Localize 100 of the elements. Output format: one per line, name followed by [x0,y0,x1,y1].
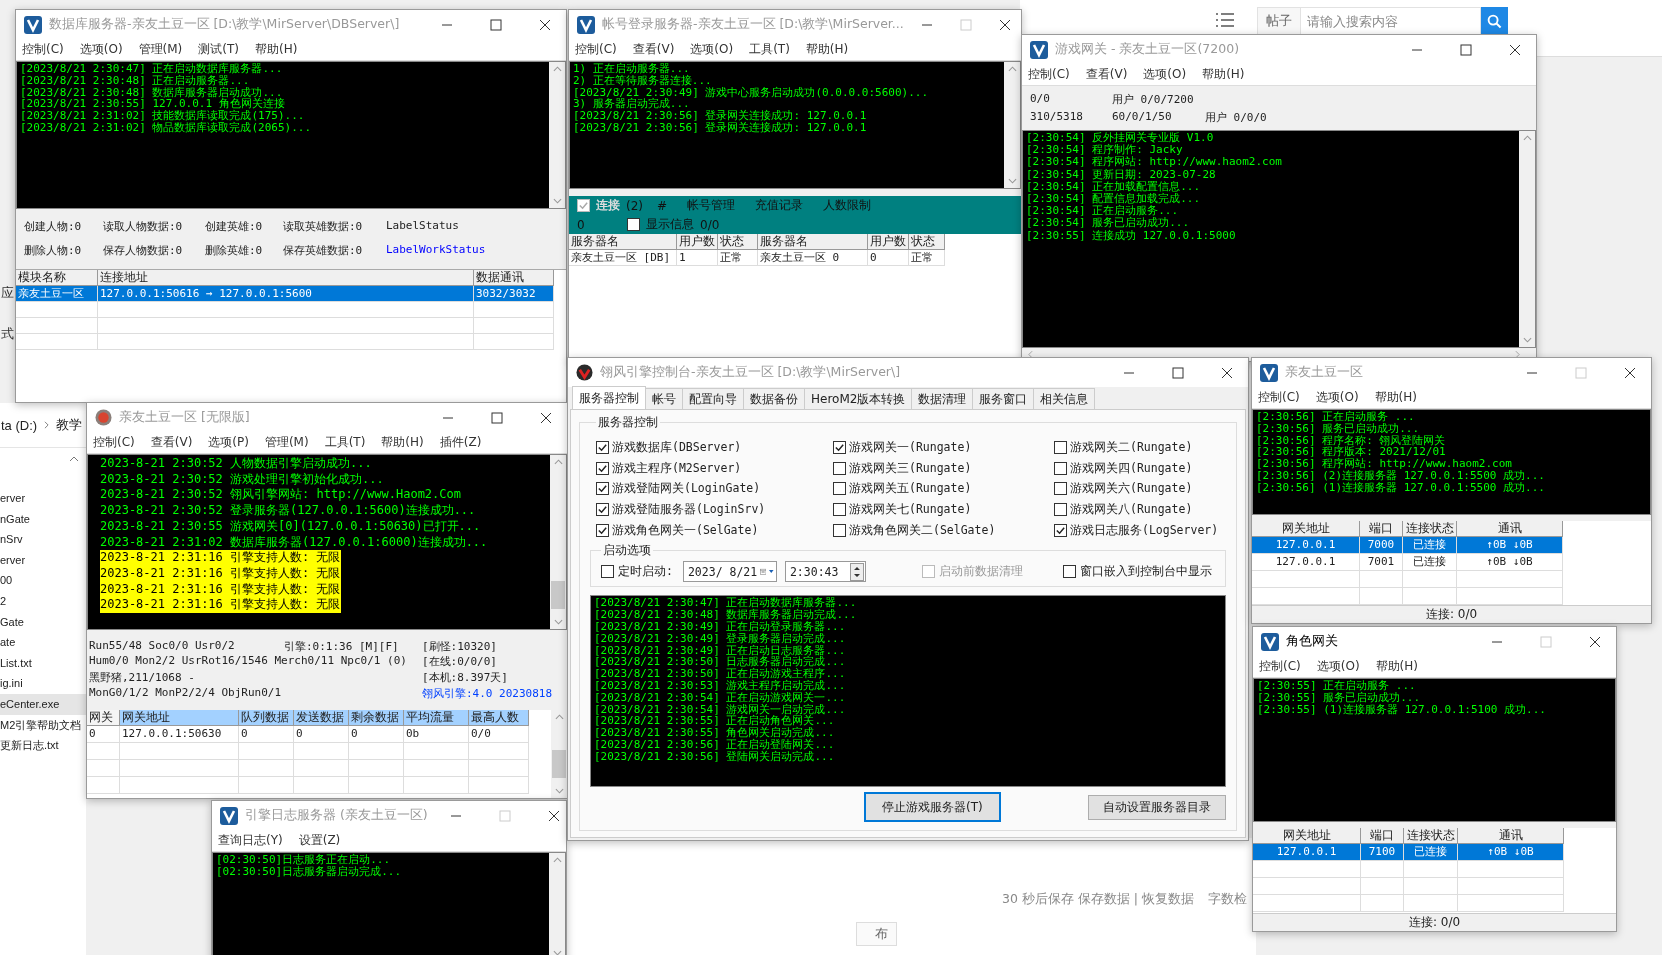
column-header[interactable]: 网关 [87,710,120,725]
column-header[interactable]: 端口 [1360,521,1403,536]
panel-link[interactable]: 帐号管理 [687,197,736,214]
table-row[interactable]: 亲友土豆一区 127.0.0.1:50616 → 127.0.0.1:5600 3032/3032 [16,286,554,302]
menu-item[interactable]: 帮助(H) [255,41,298,58]
menu-item[interactable]: 选项(O) [79,41,123,58]
panel-link[interactable]: 人数限制 [823,197,872,214]
file-item[interactable]: List.txt [0,652,86,674]
breadcrumb-item[interactable]: ta (D:) [1,417,38,433]
column-header[interactable]: 剩余数据 [349,710,404,725]
column-header[interactable]: 平均流量 [404,710,469,725]
column-header[interactable]: 用户数 [677,234,718,249]
column-header[interactable]: 端口 [1361,828,1404,843]
footer-button[interactable]: 布 [856,922,897,946]
file-item[interactable]: 2 [0,590,86,612]
file-item[interactable]: erver [0,488,86,509]
menu-item[interactable]: 选项(O) [1143,66,1187,83]
table-row[interactable]: 亲友土豆一区 [DB] 1 正常 亲友土豆一区 0 0 正常 [569,250,945,266]
menu-item[interactable]: 插件(Z) [439,434,482,451]
column-header[interactable]: 服务器名 [569,234,677,249]
column-header[interactable]: 状态 [909,234,945,249]
search-category[interactable]: 帖子 [1257,7,1301,35]
time-field[interactable]: 2:30:43 [784,561,866,583]
menu-item[interactable]: 测试(T) [198,41,239,58]
column-header[interactable]: 连接状态 [1403,521,1457,536]
menu-item[interactable]: 控制(C) [93,434,135,451]
file-item[interactable]: 00 [0,570,86,591]
column-header[interactable]: 最高人数 [469,710,529,725]
tab[interactable]: 服务器控制 [572,386,646,409]
menu-item[interactable]: 帮助(H) [805,41,849,58]
tab[interactable]: 相关信息 [1033,388,1096,409]
file-item[interactable]: M2引擎帮助文档 [0,714,86,736]
menu-item[interactable]: 查看(V) [150,434,193,451]
column-header[interactable]: 队列数据 [239,710,294,725]
column-header[interactable]: 模块名称 [16,270,98,285]
file-item[interactable]: nGate [0,508,86,530]
menu-item[interactable]: 选项(O) [690,41,734,58]
menu-item[interactable]: 控制(C) [22,41,64,58]
file-item[interactable]: ate [0,632,86,653]
menu-item[interactable]: 选项(O) [1315,389,1359,406]
count-label: (2) [626,198,643,213]
column-header[interactable]: 连接地址 [98,270,474,285]
status-label: MonG0/1/2 MonP2/2/4 ObjRun0/1 [89,685,283,701]
column-header[interactable]: 连接状态 [1404,828,1458,843]
menu-item[interactable]: 查看(V) [632,41,675,58]
menu-item[interactable]: 帮助(H) [381,434,424,451]
menu-item[interactable]: 管理(M) [264,434,309,451]
breadcrumb-item[interactable]: 教学 [56,416,83,434]
checkbox-label: 游戏角色网关二(SelGate) [849,522,996,538]
panel-link[interactable]: 充值记录 [755,197,804,214]
column-header[interactable]: 网关地址 [1253,828,1361,843]
file-item[interactable]: erver [0,549,86,571]
menu-item[interactable]: 管理(M) [138,41,183,58]
column-header[interactable]: 服务器名 [758,234,868,249]
word-count-link[interactable]: 字数检 [1208,891,1247,908]
action-button[interactable]: 停止游戏服务器(T) [864,792,1001,823]
date-field[interactable]: 2023/ 8/21 [682,561,777,583]
menu-item[interactable]: 工具(T) [324,434,366,451]
menu-item[interactable]: 工具(T) [749,41,790,58]
column-header[interactable]: 数据通讯 [474,270,554,285]
menu-item[interactable]: 控制(C) [1258,389,1300,406]
table-row[interactable]: 127.0.0.1 7001 已连接 ↑0B ↓0B [1252,554,1563,571]
column-header[interactable]: 用户数 [868,234,909,249]
log-line: 2) 正在等待服务器连接... [573,74,712,87]
menu-item[interactable]: 控制(C) [1259,658,1301,675]
menu-item[interactable]: 查看(V) [1085,66,1128,83]
menu-item[interactable]: 选项(O) [1316,658,1360,675]
file-item[interactable]: Gate [0,611,86,633]
table-row[interactable]: 127.0.0.1 7100 已连接 ↑0B ↓0B [1253,844,1564,861]
table-row[interactable]: 127.0.0.1 7000 已连接 ↑0B ↓0B [1252,537,1563,554]
menu-item[interactable]: 帮助(H) [1374,389,1417,406]
table-cell: 127.0.0.1:50616 → 127.0.0.1:5600 [98,286,474,301]
log-line: [2:30:54] 正在加载配置信息... [1026,180,1201,193]
checkbox-label: 窗口嵌入到控制台中显示 [1079,564,1212,580]
version-label: 翎风引擎:4.0 20230818 [422,685,554,702]
menu-item[interactable]: 帮助(H) [1202,66,1245,83]
menu-item[interactable]: 设置(Z) [298,832,341,849]
menu-item[interactable]: 选项(P) [208,434,249,451]
hash-label: # [657,198,668,213]
file-item[interactable]: 更新日志.txt [0,735,86,756]
menu-item[interactable]: 查询日志(Y) [218,832,283,849]
log-line: [2:30:56] (1)连接服务器 127.0.0.1:5500 成功... [1256,481,1545,494]
file-item[interactable]: nSrv [0,529,86,550]
column-header[interactable]: 发送数据 [294,710,349,725]
table-cell: 3032/3032 [474,286,554,301]
column-header[interactable]: 通讯 [1457,521,1563,536]
menu-item[interactable]: 帮助(H) [1375,658,1418,675]
action-button[interactable]: 自动设置服务器目录 [1088,794,1226,820]
column-header[interactable]: 状态 [718,234,758,249]
file-item[interactable]: ig.ini [0,673,86,694]
search-field[interactable]: 请输入搜索内容 [1301,7,1481,35]
column-header[interactable]: 网关地址 [120,710,239,725]
column-header[interactable]: 通讯 [1458,828,1564,843]
file-item[interactable]: eCenter.exe [0,693,86,715]
status-label: 创建英雄:0 [205,218,264,234]
menu-item[interactable]: 控制(C) [1028,66,1070,83]
table-row[interactable]: 0 127.0.0.1:50630 0 0 0 0b 0/0 [87,726,529,743]
menu-item[interactable]: 控制(C) [575,41,617,58]
column-header[interactable]: 网关地址 [1252,521,1360,536]
table-cell: 127.0.0.1 [1252,537,1360,553]
